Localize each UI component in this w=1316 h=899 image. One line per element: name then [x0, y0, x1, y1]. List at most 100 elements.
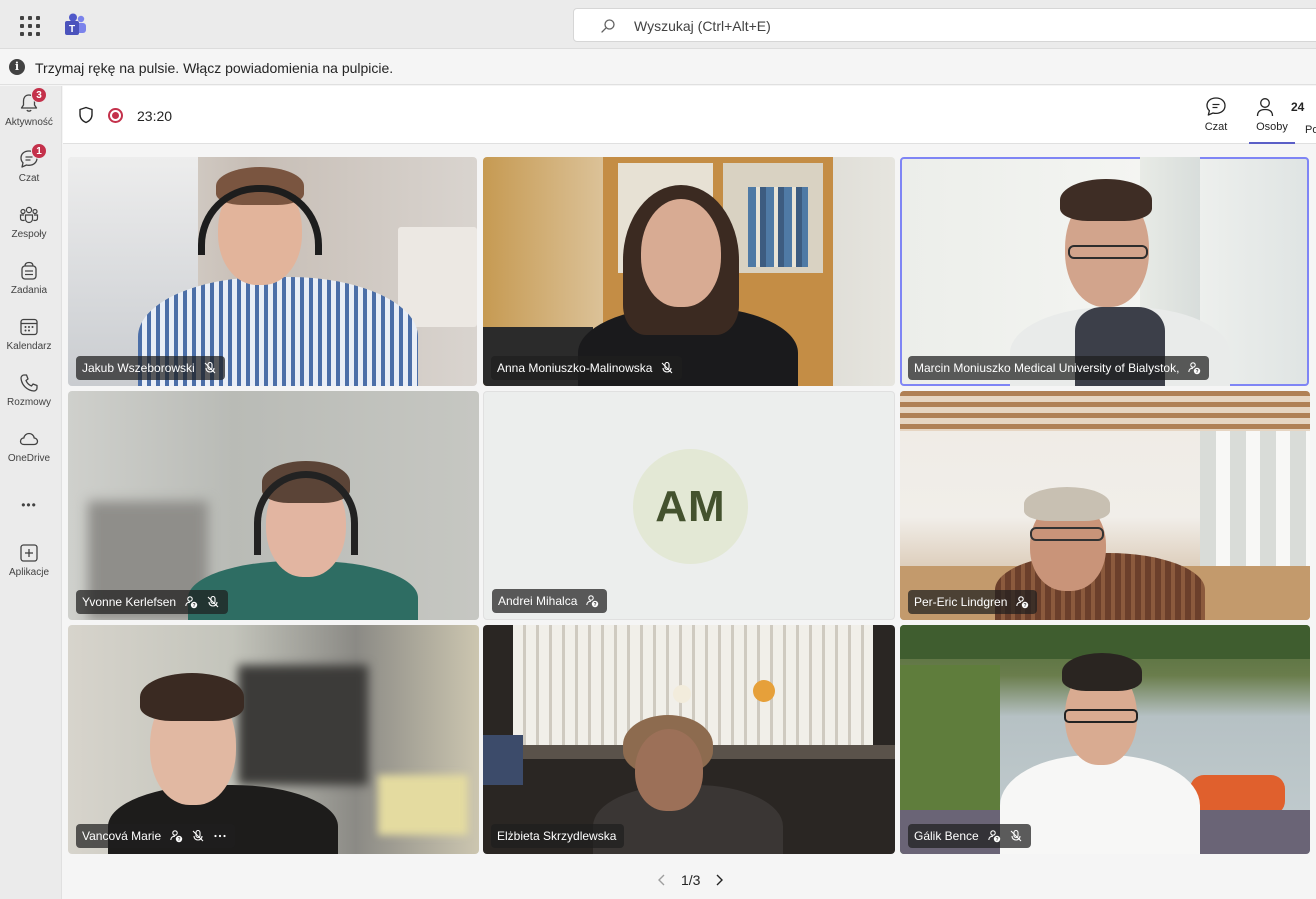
teams-icon [19, 206, 39, 224]
people-count: 24 [1291, 100, 1305, 114]
rail-item-teams[interactable]: Zespoły [0, 204, 58, 256]
svg-text:?: ? [1196, 369, 1199, 375]
notification-banner: i Trzymaj rękę na pulsie. Włącz powiadom… [0, 50, 1316, 85]
participant-tile[interactable]: Anna Moniuszko-Malinowska [483, 157, 895, 386]
title-bar: T Wyszukaj (Ctrl+Alt+E) [0, 0, 1316, 49]
more-icon: ••• [21, 498, 37, 512]
rail-label-calls: Rozmowy [7, 397, 51, 408]
chevron-left-icon[interactable] [655, 873, 669, 887]
search-placeholder: Wyszukaj (Ctrl+Alt+E) [634, 18, 771, 34]
chat-button-label: Czat [1204, 121, 1228, 133]
waffle-icon[interactable] [18, 14, 40, 36]
rail-label-apps: Aplikacje [8, 567, 50, 578]
participant-name: Yvonne Kerlefsen [82, 595, 177, 609]
calendar-icon [20, 318, 38, 336]
svg-text:T: T [69, 24, 75, 35]
participant-name: Anna Moniuszko-Malinowska [497, 361, 653, 375]
rail-label-chat: Czat [18, 173, 40, 184]
gallery-pager: 1/3 [655, 872, 726, 888]
cloud-icon [19, 432, 39, 446]
truncated-toolbar-label[interactable]: Po [1305, 124, 1316, 136]
search-input[interactable]: Wyszukaj (Ctrl+Alt+E) [573, 8, 1316, 42]
participant-name: Jakub Wszeborowski [82, 361, 195, 375]
participant-tile[interactable]: Vancová Marie ? [68, 625, 479, 854]
info-icon: i [9, 59, 25, 75]
svg-text:?: ? [193, 603, 196, 609]
participant-tile[interactable]: Per-Eric Lindgren ? [900, 391, 1310, 620]
chevron-right-icon[interactable] [712, 873, 726, 887]
participant-tile[interactable]: Elżbieta Skrzydlewska [483, 625, 895, 854]
mic-off-icon [207, 595, 219, 608]
participant-tile-active-speaker[interactable]: Marcin Moniuszko Medical University of B… [900, 157, 1309, 386]
tasks-icon [21, 261, 37, 280]
people-button[interactable]: 24 Osoby [1249, 96, 1304, 144]
guest-icon: ? [170, 830, 183, 843]
meeting-toolbar: 23:20 Czat 24 Osoby Po [63, 86, 1316, 144]
video-gallery: Jakub Wszeborowski Anna Moniuszko-Malino… [63, 145, 1316, 899]
rail-item-apps[interactable]: Aplikacje [0, 542, 58, 594]
rail-label-tasks: Zadania [10, 285, 48, 296]
page-indicator: 1/3 [681, 872, 701, 888]
participant-name-pill: Elżbieta Skrzydlewska [491, 824, 625, 848]
rail-label-onedrive: OneDrive [7, 453, 51, 464]
add-app-icon [20, 544, 38, 562]
rail-item-chat[interactable]: 1 Czat [0, 143, 58, 200]
phone-icon [20, 374, 38, 392]
more-options-icon[interactable] [213, 829, 227, 843]
guest-icon: ? [1188, 362, 1201, 375]
rail-item-calls[interactable]: Rozmowy [0, 372, 58, 424]
rail-item-tasks[interactable]: Zadania [0, 260, 58, 312]
participant-name-pill: Anna Moniuszko-Malinowska [491, 356, 683, 380]
avatar: AM [633, 449, 748, 564]
participant-name: Gálik Bence [914, 829, 979, 843]
teams-logo[interactable]: T [62, 12, 88, 38]
participant-name-pill: Yvonne Kerlefsen ? [76, 590, 229, 614]
participant-tile[interactable]: Gálik Bence ? [900, 625, 1310, 854]
guest-icon: ? [1016, 596, 1029, 609]
mic-off-icon [662, 361, 673, 374]
svg-text:?: ? [178, 837, 181, 843]
svg-text:?: ? [1024, 603, 1027, 609]
chat-badge: 1 [31, 143, 47, 159]
participant-name: Marcin Moniuszko Medical University of B… [914, 361, 1180, 375]
svg-text:?: ? [995, 837, 998, 843]
guest-icon: ? [987, 830, 1000, 843]
rail-label-activity: Aktywność [5, 117, 53, 128]
participant-name-pill: Per-Eric Lindgren ? [908, 590, 1038, 614]
participant-name-pill: Gálik Bence ? [908, 824, 1031, 848]
participant-tile[interactable]: AM Andrei Mihalca ? [483, 391, 895, 620]
mic-off-icon [192, 829, 204, 842]
rail-label-calendar: Kalendarz [6, 341, 52, 352]
app-rail: 3 Aktywność 1 Czat Zespoły Zadania Kalen… [0, 86, 62, 899]
people-button-label: Osoby [1256, 121, 1288, 133]
people-icon [1256, 98, 1274, 117]
more-apps-button[interactable]: ••• [0, 496, 58, 548]
participant-name-pill: Andrei Mihalca ? [492, 589, 608, 613]
participant-name-pill: Jakub Wszeborowski [76, 356, 225, 380]
rail-label-teams: Zespoły [11, 229, 47, 240]
participant-name: Per-Eric Lindgren [914, 595, 1008, 609]
mic-off-icon [1010, 829, 1022, 842]
rail-item-activity[interactable]: 3 Aktywność [0, 87, 58, 144]
participant-name: Elżbieta Skrzydlewska [497, 829, 617, 843]
meeting-timer: 23:20 [137, 108, 173, 124]
participant-name: Andrei Mihalca [498, 594, 578, 608]
participant-name-pill: Vancová Marie ? [76, 824, 236, 848]
recording-icon [108, 108, 123, 123]
search-icon [601, 19, 615, 33]
shield-icon[interactable] [78, 106, 94, 124]
participant-tile[interactable]: Yvonne Kerlefsen ? [68, 391, 479, 620]
rail-item-calendar[interactable]: Kalendarz [0, 316, 58, 368]
notification-text: Trzymaj rękę na pulsie. Włącz powiadomie… [35, 60, 394, 76]
guest-icon: ? [185, 596, 198, 609]
mic-off-icon [204, 361, 216, 374]
rail-item-onedrive[interactable]: OneDrive [0, 428, 58, 480]
participant-name-pill: Marcin Moniuszko Medical University of B… [908, 356, 1210, 380]
guest-icon: ? [586, 595, 599, 608]
chat-button[interactable]: Czat [1203, 96, 1229, 140]
chat-icon [1206, 97, 1226, 116]
participant-tile[interactable]: Jakub Wszeborowski [68, 157, 477, 386]
participant-name: Vancová Marie [82, 829, 162, 843]
activity-badge: 3 [31, 87, 47, 103]
svg-text:?: ? [594, 602, 597, 608]
